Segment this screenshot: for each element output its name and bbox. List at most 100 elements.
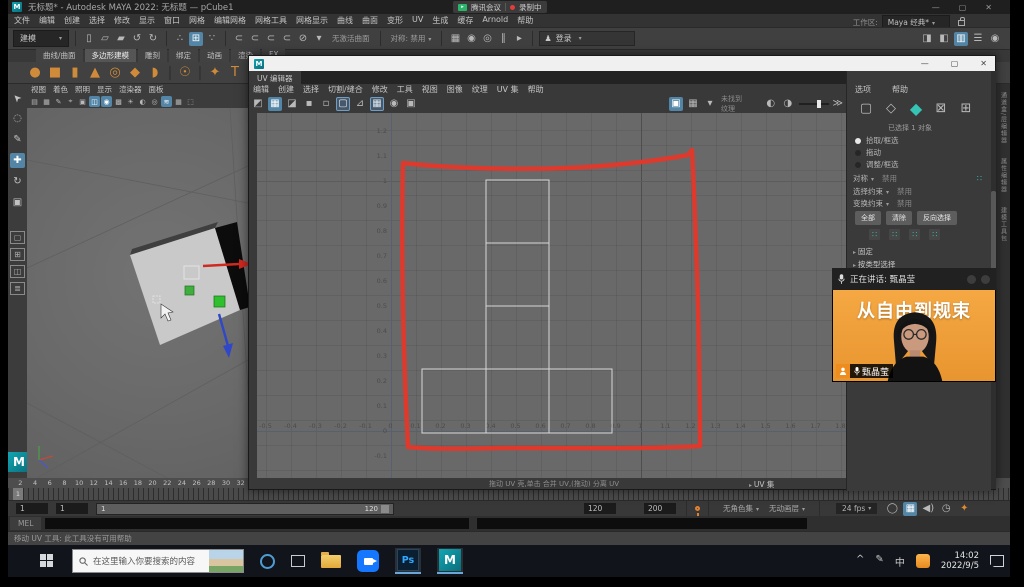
snap-settings-icon[interactable]: ∴ <box>173 32 187 46</box>
pin-tool-icon[interactable]: ∷ <box>909 229 920 240</box>
smooth-shading-icon[interactable]: ◉ <box>101 96 112 107</box>
reaction-icon[interactable] <box>967 275 976 284</box>
uv-minimize-button[interactable]: — <box>921 59 929 68</box>
select-vertex-icon[interactable]: ▢ <box>857 98 875 118</box>
pixel-snap-icon[interactable]: ▢ <box>336 97 350 111</box>
windows-ink-icon[interactable]: ✎ <box>875 554 883 569</box>
poly-sphere-icon[interactable]: ● <box>26 65 44 81</box>
animation-start-field[interactable]: 1 <box>16 503 48 514</box>
pause-viewport-icon[interactable]: ∥ <box>496 32 510 46</box>
mel-toggle-button[interactable]: MEL <box>10 517 41 530</box>
maximize-button[interactable]: ▢ <box>959 3 967 12</box>
bookmark-icon[interactable]: ⌖ <box>65 96 76 107</box>
tool-settings-toggle-icon[interactable]: ◧ <box>937 32 951 46</box>
search-highlight-image[interactable] <box>209 550 243 572</box>
grid-toggle-icon[interactable]: ▦ <box>370 97 384 111</box>
transform-constraint-row[interactable]: 变换约束 禁用 <box>853 198 986 209</box>
single-pane-layout-icon[interactable]: ▢ <box>10 231 25 244</box>
channel-box-toggle-icon[interactable]: ▥ <box>954 32 968 46</box>
tile-icon[interactable]: ▪ <box>302 97 316 111</box>
shelf-divider[interactable]: | <box>166 65 174 81</box>
live-surface-dropdown-icon[interactable]: ▾ <box>312 32 326 46</box>
uv-shade-icon[interactable]: ◪ <box>285 97 299 111</box>
shelf-tab-curves[interactable]: 曲线/曲面 <box>36 49 83 62</box>
tray-expand-icon[interactable]: ^ <box>856 554 864 569</box>
type-tool-icon[interactable]: T <box>226 65 244 81</box>
unpin-uvs-icon[interactable]: ∷ <box>889 229 900 240</box>
scale-tool-icon[interactable]: ▣ <box>10 195 25 210</box>
auto-key-icon[interactable] <box>695 506 700 511</box>
poly-disc-icon[interactable]: ◗ <box>146 65 164 81</box>
cortana-icon[interactable] <box>260 554 275 569</box>
open-scene-icon[interactable]: ▱ <box>98 32 112 46</box>
section-pinning[interactable]: 固定 <box>853 246 873 257</box>
action-center-icon[interactable] <box>990 555 1004 567</box>
select-edge-icon[interactable]: ◇ <box>882 98 900 118</box>
shadows-icon[interactable]: ◐ <box>137 96 148 107</box>
tab-modeling-toolkit[interactable]: 建模工具包 <box>999 207 1008 242</box>
poly-cube-icon[interactable]: ■ <box>46 65 64 81</box>
symmetry-dropdown[interactable]: 对称: 禁用 <box>391 33 432 44</box>
meeting-overlay[interactable]: 正在讲话: 甄晶莹 从自由到规束 <box>832 268 996 382</box>
shell-border-icon[interactable]: ⊿ <box>353 97 367 111</box>
construction-history-icon[interactable]: ▦ <box>448 32 462 46</box>
snap-to-point-icon[interactable]: ⊂ <box>248 32 262 46</box>
select-constraint-row[interactable]: 选择约束 禁用 <box>853 186 986 197</box>
uv-set-selector[interactable]: UV 集 <box>749 479 774 490</box>
scrollbar-thumb[interactable] <box>991 191 996 276</box>
task-view-icon[interactable] <box>291 555 305 567</box>
symmetry-row[interactable]: 对称 禁用 ∷ <box>853 173 986 184</box>
grease-pencil-icon[interactable]: ✎ <box>53 96 64 107</box>
step-icon[interactable]: ▸ <box>512 32 526 46</box>
tencent-meeting-pill[interactable]: ▸ 腾讯会议 录制中 <box>453 1 547 13</box>
exposure-slider[interactable] <box>799 103 829 105</box>
ao-icon[interactable]: ◎ <box>149 96 160 107</box>
tab-uv-editor[interactable]: UV 编辑器 <box>249 71 301 84</box>
playback-end-field[interactable]: 120 <box>584 503 616 514</box>
file-explorer-icon[interactable] <box>321 555 341 568</box>
current-frame-indicator[interactable]: 1 <box>13 488 23 500</box>
fps-dropdown[interactable]: 24 fps <box>836 503 877 514</box>
lock-workspace-icon[interactable] <box>958 20 965 26</box>
select-uv-icon[interactable]: ⊠ <box>932 98 950 118</box>
sound-icon[interactable]: ◀) <box>921 502 935 516</box>
shelf-tab-sculpt[interactable]: 雕刻 <box>138 49 167 62</box>
tencent-meeting-app-icon[interactable] <box>357 550 379 572</box>
select-camera-icon[interactable]: ▤ <box>29 96 40 107</box>
close-button[interactable]: ✕ <box>985 3 992 12</box>
paint-select-tool-icon[interactable]: ✎ <box>10 132 25 147</box>
outliner-layout-icon[interactable]: ≣ <box>10 282 25 295</box>
wireframe-shading-icon[interactable]: ◫ <box>89 96 100 107</box>
move-tool-icon[interactable]: ✚ <box>10 153 25 168</box>
sphere-project-icon[interactable]: ☉ <box>176 65 194 81</box>
snap-to-projected-center-icon[interactable]: ⊂ <box>264 32 278 46</box>
taskbar-search-box[interactable]: 在这里输入你要搜索的内容 <box>72 549 244 573</box>
photoshop-app-icon[interactable]: Ps <box>395 548 421 574</box>
invert-pin-icon[interactable]: ∷ <box>929 229 940 240</box>
new-scene-icon[interactable]: ▯ <box>82 32 96 46</box>
uv-maximize-button[interactable]: ▢ <box>951 59 959 68</box>
anim-layer-dropdown[interactable]: 无动画层 <box>769 503 805 514</box>
pin-uvs-icon[interactable]: ∷ <box>869 229 880 240</box>
lasso-tool-icon[interactable]: ◌ <box>10 111 25 126</box>
isolate-icon[interactable]: ◉ <box>387 97 401 111</box>
poly-torus-icon[interactable]: ◎ <box>106 65 124 81</box>
uv-canvas[interactable]: -0.5-0.4-0.3-0.2-0.100.10.20.30.40.50.60… <box>257 113 846 478</box>
workspace-switch-icon[interactable]: ◉ <box>988 32 1002 46</box>
undo-icon[interactable]: ↺ <box>130 32 144 46</box>
tab-attribute-editor[interactable]: 属性编辑器 <box>999 158 1008 193</box>
time-editor-icon[interactable]: ◷ <box>939 502 953 516</box>
lock-camera-icon[interactable]: ▦ <box>41 96 52 107</box>
maya-app-icon[interactable]: M <box>437 548 463 574</box>
tweak-marquee-radio[interactable]: 调整/框选 <box>855 159 899 170</box>
super-shape-icon[interactable]: ✦ <box>206 65 224 81</box>
taskbar-clock[interactable]: 14:02 2022/9/5 <box>941 551 979 571</box>
two-pane-layout-icon[interactable]: ◫ <box>10 265 25 278</box>
shelf-tab-poly-modeling[interactable]: 多边形建模 <box>85 49 137 62</box>
shelf-tab-animation[interactable]: 动画 <box>200 49 229 62</box>
minimize-button[interactable]: — <box>932 3 940 12</box>
toolkit-options-menu[interactable]: 选项 <box>855 84 871 95</box>
lighting-icon[interactable]: ☀ <box>125 96 136 107</box>
uv-distortion-icon[interactable]: ◩ <box>251 97 265 111</box>
shelf-tab-rigging[interactable]: 绑定 <box>169 49 198 62</box>
